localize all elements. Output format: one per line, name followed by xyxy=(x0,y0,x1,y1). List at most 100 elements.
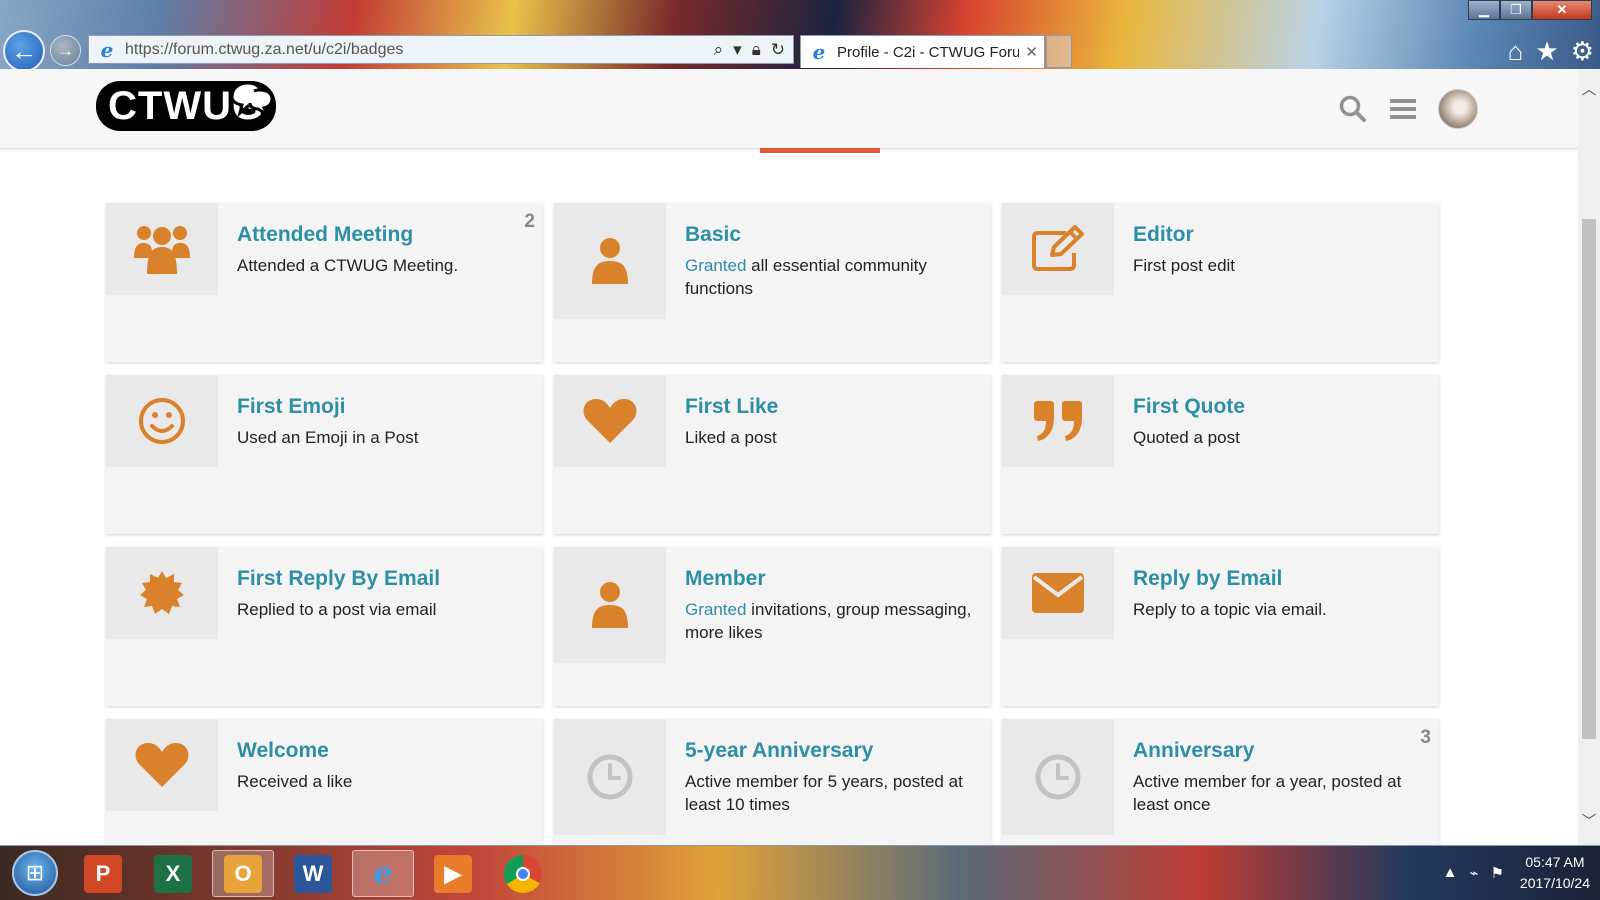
ie-favicon-icon: e xyxy=(100,37,114,62)
badge-name[interactable]: Reply by Email xyxy=(1133,566,1327,592)
page-scrollbar[interactable]: ︿ ﹀ xyxy=(1578,69,1600,845)
badge-description: First post edit xyxy=(1133,256,1236,275)
favorites-star-icon[interactable]: ★ xyxy=(1535,36,1558,67)
site-logo[interactable]: CTWUG xyxy=(96,81,277,131)
taskbar-powerpoint[interactable]: P xyxy=(72,850,134,897)
badge-name[interactable]: First Quote xyxy=(1133,394,1245,420)
badge-description: Attended a CTWUG Meeting. xyxy=(237,256,459,275)
taskbar-clock[interactable]: 05:47 AM 2017/10/24 xyxy=(1520,852,1590,894)
minimize-button[interactable]: ▁ xyxy=(1468,0,1500,20)
scroll-up-icon[interactable]: ︿ xyxy=(1578,77,1600,99)
badge-name[interactable]: 5-year Anniversary xyxy=(685,738,977,764)
quote-icon xyxy=(1034,401,1082,441)
outlook-icon: O xyxy=(224,854,262,893)
media-player-icon: ▶ xyxy=(434,854,472,893)
heart-icon xyxy=(135,743,189,787)
badge-description: Quoted a post xyxy=(1133,428,1240,447)
network-icon[interactable]: ⌁ xyxy=(1469,864,1478,882)
hamburger-menu-icon[interactable] xyxy=(1388,94,1418,124)
taskbar-word[interactable]: W xyxy=(282,850,344,897)
browser-chrome: ▁ ❐ ✕ ← → e https://forum.ctwug.za.net/u… xyxy=(0,0,1600,72)
home-icon[interactable]: ⌂ xyxy=(1508,36,1524,67)
address-url[interactable]: https://forum.ctwug.za.net/u/c2i/badges xyxy=(125,41,714,59)
certificate-icon xyxy=(140,571,184,614)
scrollbar-thumb[interactable] xyxy=(1582,219,1596,739)
speech-bubbles-icon xyxy=(230,81,274,119)
browser-tab[interactable]: e Profile - C2i - CTWUG Forum ✕ xyxy=(800,35,1045,68)
badge-card[interactable]: Reply by Email Reply to a topic via emai… xyxy=(1002,547,1439,706)
lock-icon[interactable]: 🔒︎ xyxy=(752,40,761,60)
badge-name[interactable]: Anniversary xyxy=(1133,738,1425,764)
taskbar-internet-explorer[interactable]: e xyxy=(352,850,414,897)
scroll-down-icon[interactable]: ﹀ xyxy=(1578,809,1600,831)
granted-link[interactable]: Granted xyxy=(685,600,746,619)
badge-name[interactable]: Basic xyxy=(685,222,977,248)
arrow-right-icon: → xyxy=(57,40,74,60)
badge-description: Active member for 5 years, posted at lea… xyxy=(685,772,963,814)
close-button[interactable]: ✕ xyxy=(1532,0,1592,20)
badge-name[interactable]: Welcome xyxy=(237,738,352,764)
restore-button[interactable]: ❐ xyxy=(1500,0,1532,20)
badge-grid: Attended Meeting Attended a CTWUG Meetin… xyxy=(106,203,1440,878)
heart-icon xyxy=(583,399,637,443)
start-button[interactable]: ⊞ xyxy=(12,850,58,896)
clock-time: 05:47 AM xyxy=(1525,854,1585,870)
action-center-flag-icon[interactable]: ⚑ xyxy=(1490,864,1503,882)
user-icon xyxy=(592,238,628,284)
badge-description: Used an Emoji in a Post xyxy=(237,428,419,447)
badge-card[interactable]: Attended Meeting Attended a CTWUG Meetin… xyxy=(106,203,543,362)
search-icon[interactable] xyxy=(1338,94,1368,124)
badge-name[interactable]: Editor xyxy=(1133,222,1235,248)
badge-card[interactable]: Editor First post edit xyxy=(1002,203,1439,362)
granted-link[interactable]: Granted xyxy=(685,256,746,275)
excel-icon: X xyxy=(154,854,192,893)
refresh-icon[interactable]: ↻ xyxy=(771,40,785,60)
user-icon xyxy=(592,582,628,628)
internet-explorer-icon: e xyxy=(373,856,393,891)
system-tray: ▲ ⌁ ⚑ 05:47 AM 2017/10/24 xyxy=(1443,852,1590,894)
badge-card[interactable]: First Reply By Email Replied to a post v… xyxy=(106,547,543,706)
badge-name[interactable]: First Emoji xyxy=(237,394,418,420)
word-icon: W xyxy=(294,854,332,893)
taskbar-media-player[interactable]: ▶ xyxy=(422,850,484,897)
smiley-icon xyxy=(139,398,185,444)
badge-description: Active member for a year, posted at leas… xyxy=(1133,772,1402,814)
badge-card[interactable]: First Like Liked a post xyxy=(554,375,991,534)
clock-date: 2017/10/24 xyxy=(1519,875,1590,891)
chrome-icon xyxy=(504,854,542,893)
taskbar-excel[interactable]: X xyxy=(142,850,204,897)
tray-expand-icon[interactable]: ▲ xyxy=(1443,864,1458,882)
forward-button[interactable]: → xyxy=(50,35,81,66)
badge-description: Replied to a post via email xyxy=(237,600,437,619)
taskbar-chrome[interactable] xyxy=(492,850,554,897)
new-tab-button[interactable] xyxy=(1046,35,1072,68)
envelope-icon xyxy=(1032,573,1084,613)
badge-card[interactable]: First Quote Quoted a post xyxy=(1002,375,1439,534)
windows-logo-icon: ⊞ xyxy=(25,860,45,885)
badge-description: Liked a post xyxy=(685,428,777,447)
badge-card[interactable]: Member Granted invitations, group messag… xyxy=(554,547,991,706)
taskbar-outlook[interactable]: O xyxy=(212,850,274,897)
badge-card[interactable]: Basic Granted all essential community fu… xyxy=(554,203,991,362)
tab-favicon-icon: e xyxy=(812,40,826,64)
badge-card[interactable]: First Emoji Used an Emoji in a Post xyxy=(106,375,543,534)
group-icon xyxy=(134,226,190,274)
badge-name[interactable]: First Like xyxy=(685,394,778,420)
badge-count: 2 xyxy=(524,211,535,232)
clock-icon xyxy=(1035,754,1081,800)
pencil-square-icon xyxy=(1032,225,1084,271)
badge-description: Granted invitations, group messaging, mo… xyxy=(685,600,972,642)
active-nav-indicator xyxy=(760,148,880,153)
badge-count: 3 xyxy=(1420,727,1431,748)
tab-close-icon[interactable]: ✕ xyxy=(1025,43,1038,61)
dropdown-arrow-icon[interactable]: ▾ xyxy=(733,40,742,60)
back-button[interactable]: ← xyxy=(3,30,45,72)
address-bar[interactable]: e https://forum.ctwug.za.net/u/c2i/badge… xyxy=(88,35,794,64)
badge-name[interactable]: Attended Meeting xyxy=(237,222,458,248)
badge-name[interactable]: Member xyxy=(685,566,977,592)
user-avatar[interactable] xyxy=(1438,89,1478,129)
settings-gear-icon[interactable]: ⚙ xyxy=(1571,36,1594,67)
search-icon[interactable]: ⌕ xyxy=(714,40,724,60)
badge-name[interactable]: First Reply By Email xyxy=(237,566,440,592)
badge-description: Received a like xyxy=(237,772,353,791)
